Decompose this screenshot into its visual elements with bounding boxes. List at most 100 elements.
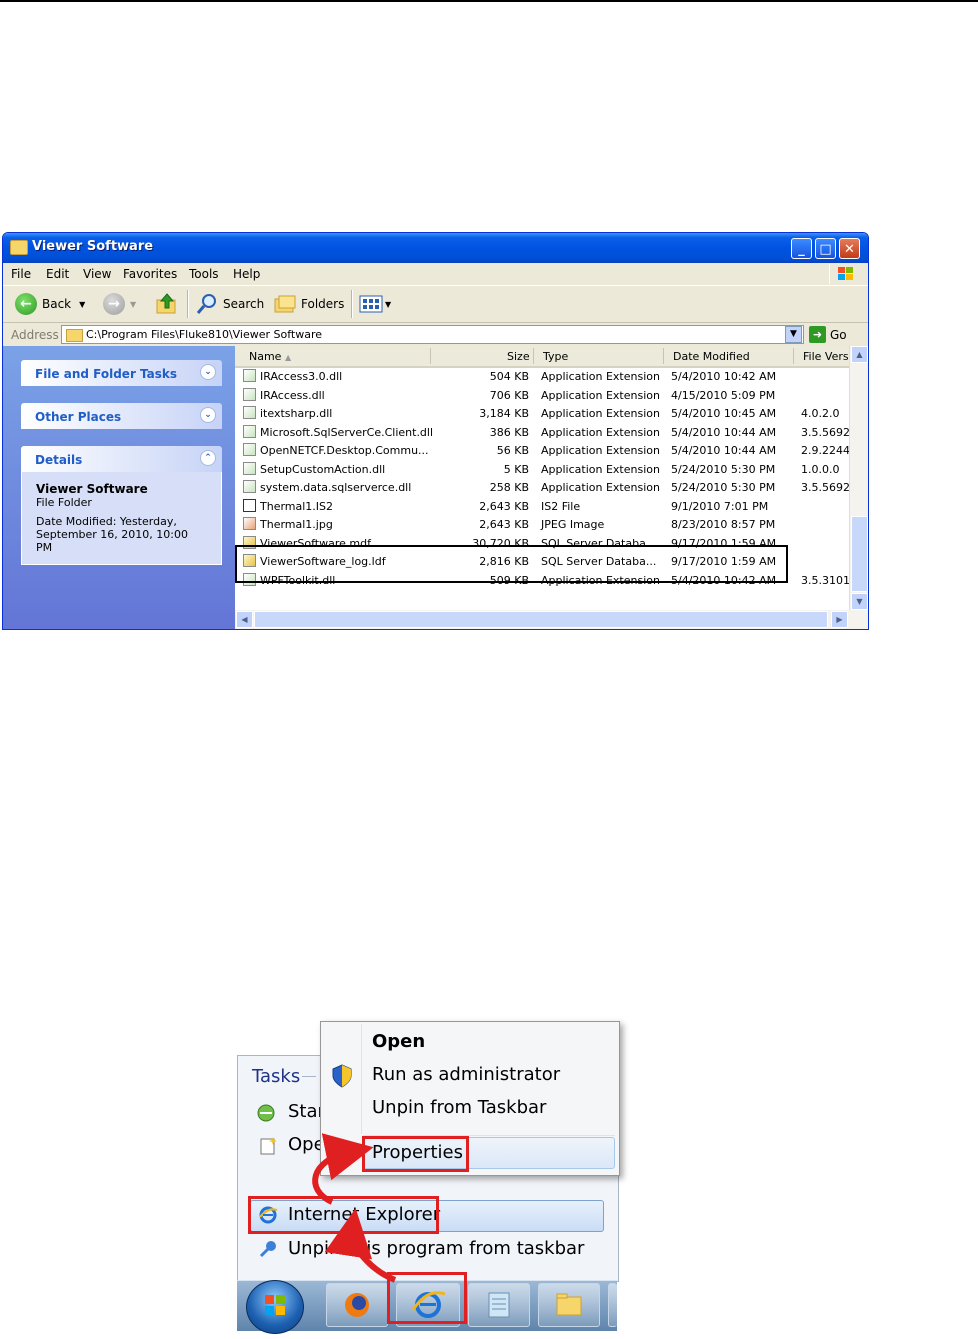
- vertical-scrollbar[interactable]: ▲ ▼: [849, 346, 868, 610]
- taskbar-edge-button: [608, 1283, 617, 1327]
- dll-file-icon: [243, 480, 256, 493]
- up-folder-button[interactable]: [155, 291, 179, 317]
- menu-tools[interactable]: Tools: [189, 267, 219, 281]
- go-button[interactable]: ➜ Go: [809, 326, 847, 343]
- forward-dropdown-icon[interactable]: ▼: [130, 300, 136, 309]
- start-private-icon: [257, 1104, 275, 1122]
- tasks-heading: Tasks: [252, 1066, 301, 1087]
- table-row[interactable]: system.data.sqlserverce.dll 258 KB Applica…: [235, 478, 850, 497]
- column-header: Name ▲ Size Type Date Modified File Vers: [235, 346, 849, 368]
- table-row[interactable]: IRAccess3.0.dll 504 KB Application Extensi…: [235, 367, 849, 386]
- task-pane: File and Folder Tasks ⌄ Other Places ⌄ D…: [3, 346, 235, 629]
- address-label: Address: [11, 328, 59, 342]
- menu-bar: File Edit View Favorites Tools Help: [3, 263, 868, 286]
- address-field[interactable]: C:\Program Files\Fluke810\Viewer Softwar…: [61, 325, 804, 344]
- details-header[interactable]: Details ⌃: [21, 446, 222, 472]
- column-file-version[interactable]: File Vers: [803, 350, 849, 363]
- database-files-highlight: [235, 545, 788, 583]
- scroll-up-icon[interactable]: ▲: [851, 346, 868, 363]
- column-divider[interactable]: [430, 348, 431, 364]
- scroll-thumb[interactable]: [254, 611, 828, 628]
- search-icon: [196, 294, 216, 314]
- menu-favorites[interactable]: Favorites: [123, 267, 177, 281]
- chevron-down-icon[interactable]: ⌄: [200, 407, 216, 423]
- explorer-window: Viewer Software _ □ ✕ File Edit View Fav…: [2, 232, 869, 630]
- table-row[interactable]: itextsharp.dll 3,184 KB Application Extens…: [235, 404, 849, 423]
- chevron-down-icon[interactable]: ⌄: [200, 364, 216, 380]
- views-icon: [359, 295, 383, 313]
- dll-file-icon: [243, 387, 256, 401]
- details-body: Viewer Software File Folder Date Modifie…: [21, 472, 222, 565]
- column-type[interactable]: Type: [543, 350, 568, 363]
- table-row[interactable]: Microsoft.SqlServerCe.Client.dll 386 KB Ap…: [235, 423, 850, 442]
- menu-help[interactable]: Help: [233, 267, 260, 281]
- menu-file[interactable]: File: [11, 267, 31, 281]
- toolbar-divider: [351, 290, 353, 318]
- folder-icon: [10, 240, 28, 255]
- taskbar-explorer-button[interactable]: [538, 1283, 600, 1327]
- window-title: Viewer Software: [32, 239, 154, 254]
- jpeg-file-icon: [243, 517, 256, 530]
- page-top-rule: [0, 0, 978, 2]
- windows-flag-icon: [829, 264, 862, 284]
- file-folder-tasks-panel: File and Folder Tasks ⌄: [21, 360, 222, 386]
- horizontal-scrollbar[interactable]: ◀ ▶: [235, 610, 868, 629]
- explorer-body: File and Folder Tasks ⌄ Other Places ⌄ D…: [3, 346, 868, 629]
- up-folder-icon: [156, 293, 176, 314]
- dll-file-icon: [243, 369, 256, 382]
- file-list: Name ▲ Size Type Date Modified File Vers…: [235, 346, 868, 629]
- title-bar[interactable]: Viewer Software _ □ ✕: [3, 233, 868, 263]
- search-button[interactable]: Search: [195, 291, 264, 317]
- details-panel: Details ⌃ Viewer Software File Folder Da…: [21, 446, 222, 565]
- dll-file-icon: [243, 406, 256, 419]
- tasks-divider: [302, 1076, 316, 1077]
- menu-edit[interactable]: Edit: [46, 267, 69, 281]
- forward-button[interactable]: → ▼: [103, 291, 136, 317]
- table-row[interactable]: SetupCustomAction.dll 5 KB Application Ext…: [235, 460, 849, 479]
- minimize-button[interactable]: _: [791, 238, 812, 259]
- table-row[interactable]: Thermal1.IS2 2,643 KB IS2 File 9/1/2010 7:0…: [235, 497, 849, 516]
- ctx-open-item[interactable]: Open: [372, 1031, 425, 1052]
- details-type: File Folder: [36, 496, 92, 509]
- scroll-right-icon[interactable]: ▶: [831, 611, 848, 628]
- back-arrow-icon: ←: [15, 293, 37, 315]
- scroll-left-icon[interactable]: ◀: [236, 611, 253, 628]
- back-button[interactable]: ← Back ▼: [15, 291, 85, 317]
- back-dropdown-icon[interactable]: ▼: [79, 300, 85, 309]
- forward-arrow-icon: →: [103, 293, 125, 315]
- table-row[interactable]: Thermal1.jpg 2,643 KB JPEG Image 8/23/2010 …: [235, 515, 849, 534]
- address-path: C:\Program Files\Fluke810\Viewer Softwar…: [86, 328, 323, 341]
- ctx-unpin-from-taskbar-item[interactable]: Unpin from Taskbar: [372, 1097, 546, 1118]
- chevron-up-icon[interactable]: ⌃: [200, 450, 216, 466]
- address-dropdown-icon[interactable]: ▼: [785, 326, 802, 343]
- table-row[interactable]: OpenNETCF.Desktop.Commu... 56 KB Applicati…: [235, 441, 850, 460]
- dll-file-icon: [243, 461, 256, 475]
- table-row[interactable]: IRAccess.dll 706 KB Application Extension 4…: [235, 386, 849, 405]
- column-size[interactable]: Size: [507, 350, 530, 363]
- column-divider[interactable]: [533, 348, 534, 364]
- scroll-down-icon[interactable]: ▼: [851, 593, 868, 610]
- menu-view[interactable]: View: [83, 267, 111, 281]
- other-places-panel: Other Places ⌄: [21, 403, 222, 429]
- close-button[interactable]: ✕: [839, 238, 860, 259]
- sort-ascending-icon: ▲: [284, 353, 292, 362]
- scroll-thumb[interactable]: [851, 516, 868, 592]
- ctx-run-as-admin-item[interactable]: Run as administrator: [372, 1064, 560, 1085]
- details-modified: Date Modified: Yesterday, September 16, …: [36, 515, 188, 554]
- views-dropdown-icon[interactable]: ▼: [385, 300, 391, 309]
- folder-icon: [66, 329, 83, 342]
- column-divider[interactable]: [663, 348, 664, 364]
- is2-file-icon: [243, 498, 256, 512]
- column-divider[interactable]: [793, 348, 794, 364]
- maximize-button[interactable]: □: [815, 238, 836, 259]
- column-date-modified[interactable]: Date Modified: [673, 350, 750, 363]
- folders-button[interactable]: Folders: [273, 291, 344, 317]
- uac-shield-icon: [332, 1064, 352, 1088]
- details-name: Viewer Software: [36, 482, 148, 496]
- other-places-header[interactable]: Other Places ⌄: [21, 403, 222, 429]
- column-name[interactable]: Name ▲: [249, 350, 291, 363]
- toolbar: ← Back ▼ → ▼ Search Folders ▼: [3, 286, 868, 323]
- views-button[interactable]: ▼: [359, 291, 391, 317]
- annotation-arrows: [312, 1133, 397, 1283]
- file-folder-tasks-header[interactable]: File and Folder Tasks ⌄: [21, 360, 222, 386]
